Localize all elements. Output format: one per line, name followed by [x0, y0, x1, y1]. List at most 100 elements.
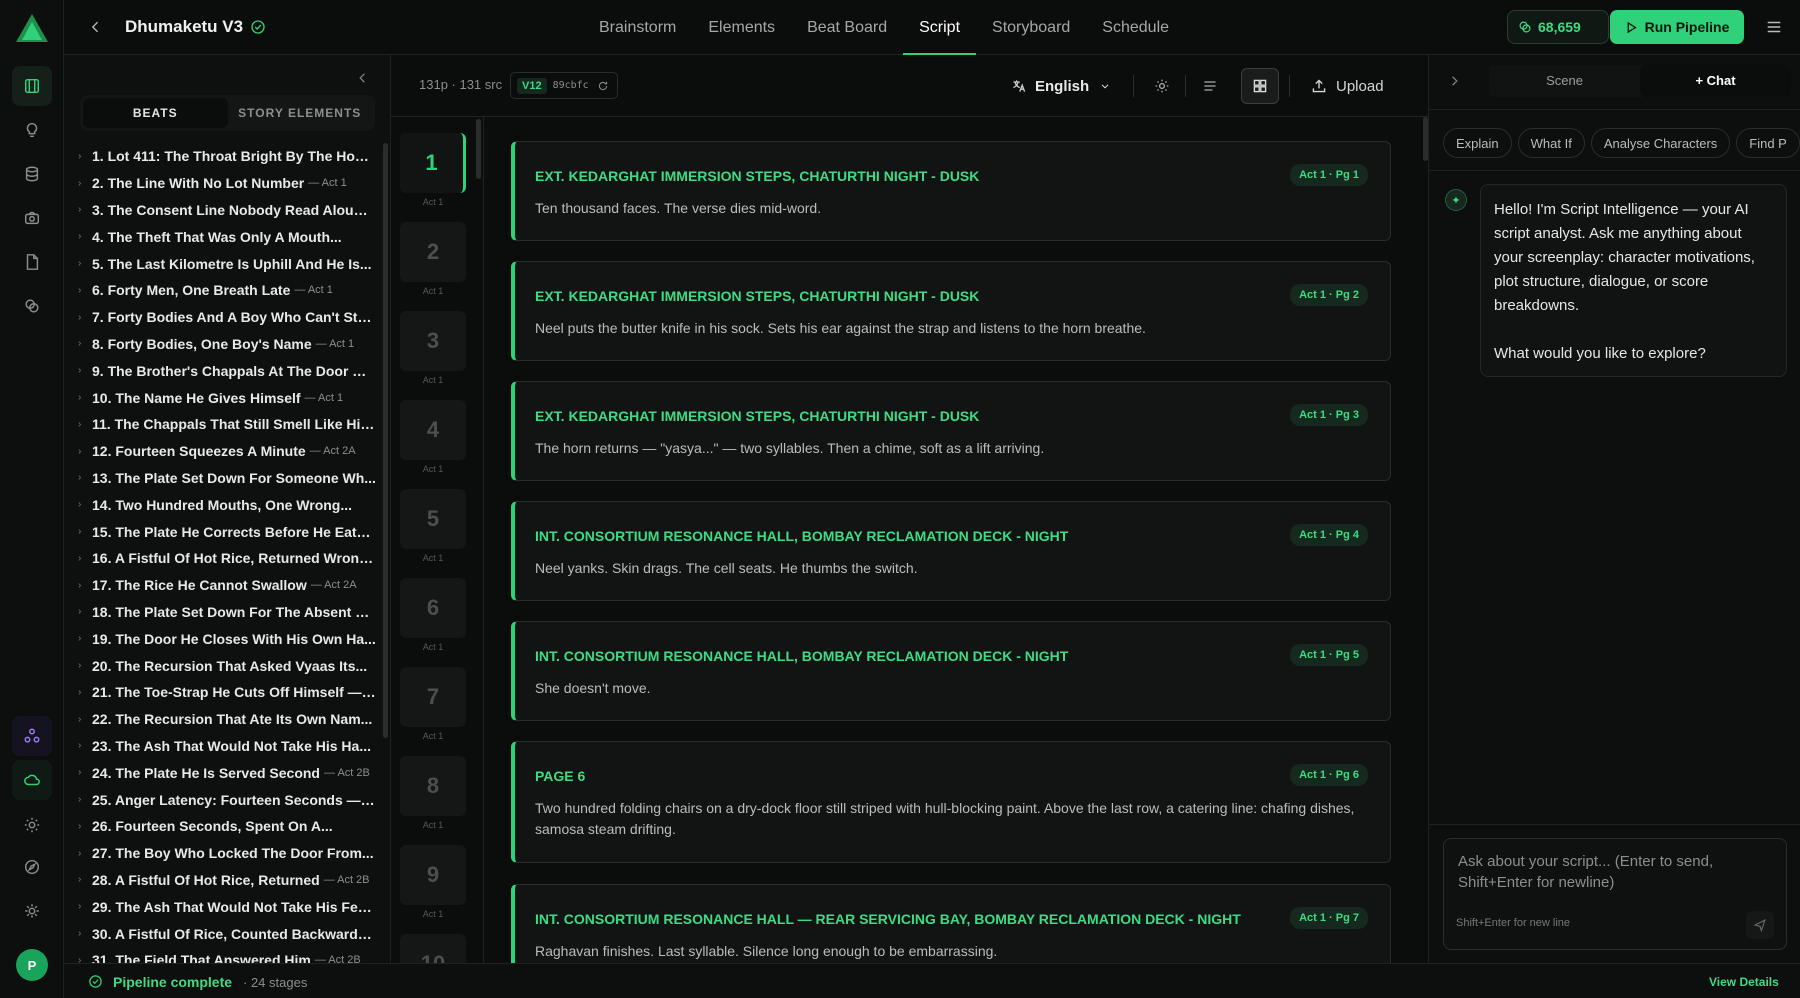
beat-item[interactable]: › 2. The Line With No Lot Number — Act 1 — [64, 170, 376, 197]
nav-storyboard[interactable]: Storyboard — [976, 0, 1086, 55]
tab-beats[interactable]: BEATS — [83, 98, 228, 128]
scene-card[interactable]: PAGE 6 Two hundred folding chairs on a dr… — [511, 741, 1391, 863]
scene-number[interactable]: 9 — [400, 845, 466, 905]
nav-script[interactable]: Script — [903, 0, 976, 55]
beat-item[interactable]: › 26. Fourteen Seconds, Spent On A... — [64, 813, 376, 840]
tab-scene[interactable]: Scene — [1489, 65, 1640, 97]
chip-what-if[interactable]: What If — [1517, 128, 1585, 158]
scene-card[interactable]: INT. CONSORTIUM RESONANCE HALL, BOMBAY R… — [511, 501, 1391, 601]
beat-item[interactable]: › 25. Anger Latency: Fourteen Seconds — A… — [64, 786, 376, 813]
beat-item[interactable]: › 7. Forty Bodies And A Boy Who Can't Sto… — [64, 304, 376, 331]
beat-item[interactable]: › 3. The Consent Line Nobody Read Aloud .… — [64, 197, 376, 224]
beat-item[interactable]: › 11. The Chappals That Still Smell Like … — [64, 411, 376, 438]
camera-icon[interactable] — [12, 198, 52, 238]
chat-input-box[interactable]: Ask about your script... (Enter to send,… — [1443, 838, 1787, 950]
scene-number[interactable]: 6 — [400, 578, 466, 638]
chevron-right-icon: › — [78, 392, 82, 404]
scene-number[interactable]: 2 — [400, 222, 466, 282]
beat-item[interactable]: › 30. A Fistful Of Rice, Counted Backward… — [64, 920, 376, 947]
beat-item[interactable]: › 24. The Plate He Is Served Second — Act … — [64, 759, 376, 786]
send-icon[interactable] — [1746, 911, 1774, 939]
tab-chat[interactable]: + Chat — [1640, 65, 1791, 97]
beat-item[interactable]: › 19. The Door He Closes With His Own Ha.… — [64, 625, 376, 652]
scene-number[interactable]: 8 — [400, 756, 466, 816]
scene-number[interactable]: 4 — [400, 400, 466, 460]
app-logo[interactable] — [16, 14, 48, 42]
chip-analyse-characters[interactable]: Analyse Characters — [1590, 128, 1731, 158]
refresh-icon[interactable] — [597, 80, 609, 92]
scene-number[interactable]: 7 — [400, 667, 466, 727]
beat-item[interactable]: › 6. Forty Men, One Breath Late — Act 1 — [64, 277, 376, 304]
language-selector[interactable]: English — [1011, 72, 1111, 100]
beat-title: 18. The Plate Set Down For The Absent —.… — [92, 603, 376, 620]
beat-item[interactable]: › 22. The Recursion That Ate Its Own Nam.… — [64, 706, 376, 733]
chevron-right-icon: › — [78, 284, 82, 296]
scene-number[interactable]: 5 — [400, 489, 466, 549]
beat-item[interactable]: › 31. The Field That Answered Him — Act 2B — [64, 947, 376, 963]
beat-item[interactable]: › 16. A Fistful Of Hot Rice, Returned Wro… — [64, 545, 376, 572]
scene-card[interactable]: INT. CONSORTIUM RESONANCE HALL, BOMBAY R… — [511, 621, 1391, 721]
theme-sun-icon[interactable] — [1151, 75, 1173, 97]
layers-icon[interactable] — [12, 286, 52, 326]
beat-item[interactable]: › 13. The Plate Set Down For Someone Wh..… — [64, 465, 376, 492]
network-icon[interactable] — [12, 716, 52, 756]
beat-item[interactable]: › 23. The Ash That Would Not Take His Ha.… — [64, 733, 376, 760]
run-pipeline-button[interactable]: Run Pipeline — [1610, 10, 1744, 44]
beat-item[interactable]: › 4. The Theft That Was Only A Mouth... — [64, 223, 376, 250]
beat-item[interactable]: › 10. The Name He Gives Himself — Act 1 — [64, 384, 376, 411]
expand-panel-icon[interactable] — [1445, 72, 1463, 90]
beat-item[interactable]: › 20. The Recursion That Asked Vyaas Its.… — [64, 652, 376, 679]
nav-brainstorm[interactable]: Brainstorm — [583, 0, 692, 55]
collapse-panel-icon[interactable] — [354, 69, 372, 87]
cloud-icon[interactable] — [12, 760, 52, 800]
avatar[interactable]: P — [16, 949, 48, 981]
beat-item[interactable]: › 9. The Brother's Chappals At The Door —… — [64, 357, 376, 384]
document-icon[interactable] — [12, 242, 52, 282]
beat-item[interactable]: › 1. Lot 411: The Throat Bright By The Ho… — [64, 143, 376, 170]
scene-card[interactable]: INT. CONSORTIUM RESONANCE HALL — REAR SE… — [511, 884, 1391, 963]
sun-icon[interactable] — [12, 805, 52, 845]
beat-item[interactable]: › 14. Two Hundred Mouths, One Wrong... — [64, 491, 376, 518]
view-details-link[interactable]: View Details — [1709, 975, 1779, 989]
scene-number[interactable]: 3 — [400, 311, 466, 371]
gear-icon[interactable] — [12, 891, 52, 931]
script-icon[interactable] — [12, 66, 52, 106]
chip-explain[interactable]: Explain — [1443, 128, 1512, 158]
database-icon[interactable] — [12, 154, 52, 194]
credits-badge[interactable]: 68,659 — [1507, 10, 1609, 44]
beat-item[interactable]: › 8. Forty Bodies, One Boy's Name — Act 1 — [64, 331, 376, 358]
chevron-right-icon: › — [78, 445, 82, 457]
compass-icon[interactable] — [12, 847, 52, 887]
back-arrow-icon[interactable] — [86, 17, 106, 37]
chat-input[interactable]: Ask about your script... (Enter to send,… — [1458, 851, 1758, 893]
lightbulb-icon[interactable] — [12, 110, 52, 150]
beat-item[interactable]: › 12. Fourteen Squeezes A Minute — Act 2A — [64, 438, 376, 465]
beat-item[interactable]: › 29. The Ash That Would Not Take His Fee… — [64, 893, 376, 920]
beat-list-scrollbar[interactable] — [383, 143, 388, 738]
grid-view-icon[interactable] — [1241, 68, 1279, 104]
scene-number[interactable]: 1 — [400, 133, 466, 193]
nav-elements[interactable]: Elements — [692, 0, 791, 55]
list-view-icon[interactable] — [1199, 75, 1221, 97]
upload-button[interactable]: Upload — [1311, 74, 1384, 98]
nav-beat-board[interactable]: Beat Board — [791, 0, 903, 55]
scene-card[interactable]: EXT. KEDARGHAT IMMERSION STEPS, CHATURTH… — [511, 381, 1391, 481]
scene-number-scrollbar[interactable] — [476, 119, 481, 179]
version-badge[interactable]: V12 89cbfc — [510, 72, 618, 99]
beat-item[interactable]: › 18. The Plate Set Down For The Absent —… — [64, 599, 376, 626]
beat-item[interactable]: › 27. The Boy Who Locked The Door From... — [64, 840, 376, 867]
tab-story-elements[interactable]: STORY ELEMENTS — [228, 98, 373, 128]
scene-number[interactable]: 10 — [400, 934, 466, 963]
check-circle-icon — [89, 975, 102, 988]
beat-item[interactable]: › 21. The Toe-Strap He Cuts Off Himself —… — [64, 679, 376, 706]
nav-schedule[interactable]: Schedule — [1086, 0, 1185, 55]
beat-item[interactable]: › 15. The Plate He Corrects Before He Eat… — [64, 518, 376, 545]
project-title[interactable]: Dhumaketu V3 — [125, 17, 243, 37]
chip-find[interactable]: Find P — [1736, 128, 1800, 158]
scene-card[interactable]: EXT. KEDARGHAT IMMERSION STEPS, CHATURTH… — [511, 141, 1391, 241]
menu-icon[interactable] — [1762, 15, 1786, 39]
beat-item[interactable]: › 17. The Rice He Cannot Swallow — Act 2A — [64, 572, 376, 599]
scene-card[interactable]: EXT. KEDARGHAT IMMERSION STEPS, CHATURTH… — [511, 261, 1391, 361]
beat-item[interactable]: › 5. The Last Kilometre Is Uphill And He … — [64, 250, 376, 277]
beat-item[interactable]: › 28. A Fistful Of Hot Rice, Returned — Ac… — [64, 867, 376, 894]
